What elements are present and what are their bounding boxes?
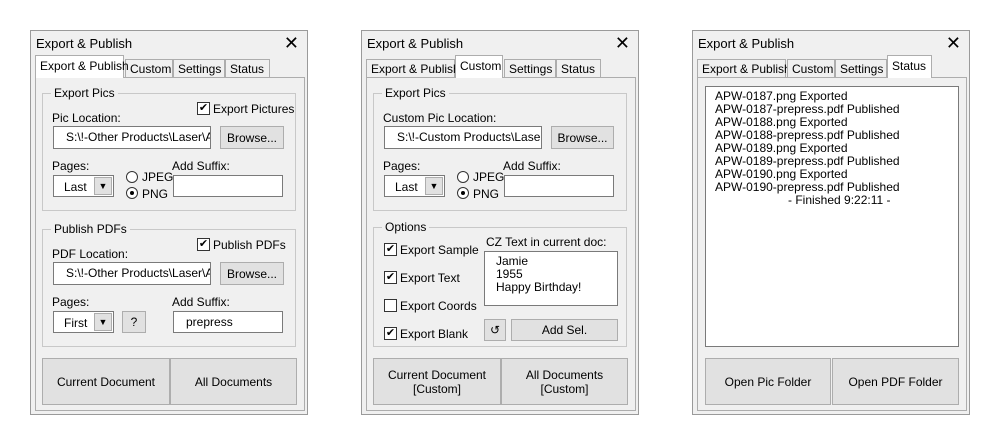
custom-pic-location-label: Custom Pic Location:: [383, 111, 497, 125]
pages-label: Pages:: [383, 159, 421, 173]
export-text-checkbox[interactable]: ✔: [384, 271, 397, 284]
all-documents-custom-button[interactable]: All Documents [Custom]: [501, 358, 628, 405]
checkbox-label: Export Sample: [400, 243, 479, 257]
pages-select[interactable]: First ▼: [53, 311, 114, 333]
all-documents-button[interactable]: All Documents: [170, 358, 297, 405]
suffix-label: Add Suffix:: [503, 159, 561, 173]
add-sel-button[interactable]: Add Sel.: [511, 319, 618, 341]
group-legend: Export Pics: [51, 86, 118, 100]
png-radio[interactable]: [457, 187, 469, 199]
tab-status[interactable]: Status: [887, 55, 932, 78]
tab-settings[interactable]: Settings: [835, 59, 887, 77]
browse-button[interactable]: Browse...: [220, 262, 284, 285]
close-icon[interactable]: ✕: [284, 33, 299, 53]
open-pic-folder-button[interactable]: Open Pic Folder: [705, 358, 831, 405]
button-line: Current Document: [387, 367, 487, 382]
png-radio[interactable]: [126, 187, 138, 199]
pdf-location-input[interactable]: S:\!-Other Products\Laser\APW: [53, 262, 211, 285]
pages-select[interactable]: Last ▼: [384, 175, 445, 197]
button-line: All Documents: [525, 367, 604, 382]
refresh-icon[interactable]: ↺: [484, 319, 506, 341]
window-title: Export & Publish: [367, 36, 464, 51]
tab-export-publish[interactable]: Export & Publish: [697, 59, 791, 77]
pic-location-input[interactable]: S:\!-Other Products\Laser\APW: [53, 126, 211, 149]
finished-line: - Finished 9:22:11 -: [788, 193, 891, 207]
jpeg-radio[interactable]: [126, 171, 138, 183]
pages-value: Last: [64, 180, 87, 194]
suffix-label: Add Suffix:: [172, 159, 230, 173]
button-line: [Custom]: [540, 381, 589, 396]
cz-text-label: CZ Text in current doc:: [486, 235, 607, 249]
checkbox-label: Publish PDFs: [213, 238, 286, 252]
jpeg-label: JPEG: [142, 170, 174, 184]
png-label: PNG: [142, 187, 169, 201]
checkbox-label: Export Pictures: [213, 102, 295, 116]
suffix-label: Add Suffix:: [172, 295, 230, 309]
export-publish-dialog-custom: Export & Publish ✕ Export & Publish Cust…: [361, 30, 639, 415]
chevron-down-icon[interactable]: ▼: [425, 177, 443, 195]
custom-pic-location-input[interactable]: S:\!-Custom Products\Laser\A: [384, 126, 542, 149]
suffix-input[interactable]: [173, 175, 283, 197]
window-title: Export & Publish: [698, 36, 795, 51]
tab-custom[interactable]: Custom: [125, 59, 173, 77]
jpeg-label: JPEG: [473, 170, 505, 184]
export-blank-checkbox[interactable]: ✔: [384, 327, 397, 340]
png-label: PNG: [473, 187, 500, 201]
tab-export-publish[interactable]: Export & Publish: [35, 55, 129, 78]
suffix-input[interactable]: [504, 175, 614, 197]
checkbox-label: Export Coords: [400, 299, 477, 313]
current-document-button[interactable]: Current Document: [42, 358, 170, 405]
export-pictures-checkbox[interactable]: ✔: [197, 102, 210, 115]
cz-text-box[interactable]: Jamie 1955 Happy Birthday!: [484, 251, 618, 306]
close-icon[interactable]: ✕: [615, 33, 630, 53]
group-legend: Options: [382, 220, 430, 234]
pages-select[interactable]: Last ▼: [53, 175, 114, 197]
pdf-location-label: PDF Location:: [52, 247, 129, 261]
status-log[interactable]: APW-0187.png Exported APW-0187-prepress.p…: [705, 86, 959, 347]
chevron-down-icon[interactable]: ▼: [94, 177, 112, 195]
jpeg-radio[interactable]: [457, 171, 469, 183]
pages-value: First: [64, 316, 88, 330]
publish-pdfs-checkbox[interactable]: ✔: [197, 238, 210, 251]
browse-button[interactable]: Browse...: [551, 126, 614, 149]
tab-export-publish[interactable]: Export & Publish: [366, 59, 460, 77]
suffix-input[interactable]: prepress: [173, 311, 283, 333]
close-icon[interactable]: ✕: [946, 33, 961, 53]
pages-label: Pages:: [52, 159, 90, 173]
export-publish-dialog: Export & Publish ✕ Export & Publish Cust…: [30, 30, 308, 415]
chevron-down-icon[interactable]: ▼: [94, 313, 112, 331]
checkbox-label: Export Text: [400, 271, 460, 285]
export-sample-checkbox[interactable]: ✔: [384, 243, 397, 256]
tab-status[interactable]: Status: [225, 59, 270, 77]
pages-value: Last: [395, 180, 418, 194]
tab-settings[interactable]: Settings: [504, 59, 556, 77]
pages-label: Pages:: [52, 295, 90, 309]
open-pdf-folder-button[interactable]: Open PDF Folder: [832, 358, 959, 405]
browse-button[interactable]: Browse...: [220, 126, 284, 149]
cz-line: Happy Birthday!: [496, 280, 582, 294]
tab-settings[interactable]: Settings: [173, 59, 225, 77]
tab-custom[interactable]: Custom: [787, 59, 835, 77]
pic-location-label: Pic Location:: [52, 111, 121, 125]
export-coords-checkbox[interactable]: [384, 299, 397, 312]
button-line: [Custom]: [412, 381, 461, 396]
current-document-custom-button[interactable]: Current Document [Custom]: [373, 358, 501, 405]
tab-custom[interactable]: Custom: [455, 55, 503, 78]
window-title: Export & Publish: [36, 36, 133, 51]
group-legend: Export Pics: [382, 86, 449, 100]
export-publish-dialog-status: Export & Publish ✕ Export & Publish Cust…: [692, 30, 970, 415]
help-button[interactable]: ?: [122, 311, 146, 333]
checkbox-label: Export Blank: [400, 327, 469, 341]
tab-status[interactable]: Status: [556, 59, 601, 77]
group-legend: Publish PDFs: [51, 222, 130, 236]
